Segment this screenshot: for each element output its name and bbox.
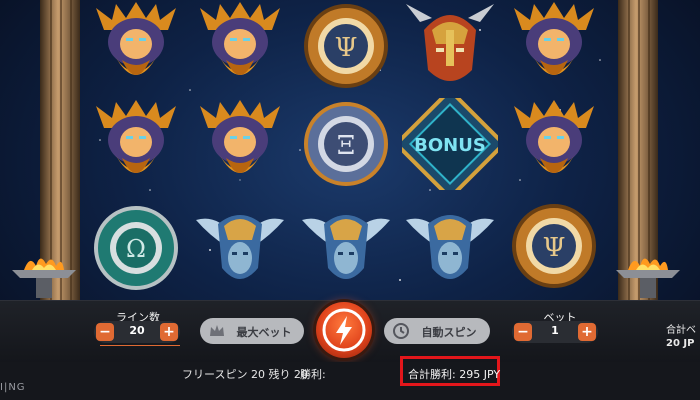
zeus-symbol-icon: [514, 2, 594, 75]
psi-shield-symbol-icon: Ψ: [304, 4, 388, 88]
autospin-button[interactable]: 自動スピン: [384, 318, 490, 344]
fire-brazier-right-icon: [616, 258, 680, 298]
lines-underline: [100, 345, 180, 346]
omega-shield-symbol-icon: Ω: [94, 206, 178, 290]
lightning-bolt-icon: [322, 308, 366, 352]
lines-stepper: − 20 +: [94, 321, 180, 343]
zeus-symbol-icon: [96, 100, 176, 173]
total-bet-value: 20 JP: [666, 338, 695, 349]
svg-text:Ψ: Ψ: [335, 33, 358, 63]
svg-text:Ψ: Ψ: [543, 233, 566, 263]
winged-helmet-symbol-icon: [302, 215, 390, 279]
bet-decrease-button[interactable]: −: [514, 323, 532, 341]
zeus-symbol-icon: [200, 2, 280, 75]
bet-value: 1: [551, 324, 559, 337]
info-strip: [0, 362, 700, 400]
spin-button[interactable]: [316, 302, 372, 358]
fire-brazier-left-icon: [12, 258, 76, 298]
max-bet-button[interactable]: 最大ベット: [200, 318, 304, 344]
brand-logo: I|NG: [0, 382, 26, 393]
autospin-label: 自動スピン: [421, 326, 477, 339]
xi-shield-symbol-icon: Ξ: [304, 102, 388, 186]
bonus-symbol-icon: BONUS: [402, 98, 498, 190]
lines-increase-button[interactable]: +: [160, 323, 178, 341]
reel-grid: Ω Ψ Ξ BONUS Ψ: [88, 0, 608, 300]
svg-text:Ω: Ω: [126, 235, 146, 263]
autospin-refresh-icon: [393, 323, 409, 339]
free-spins-status: フリースピン 20 残り 20: [182, 368, 308, 381]
total-win-display: 合計勝利: 295 JPY: [408, 368, 501, 381]
max-bet-label: 最大ベット: [236, 326, 292, 339]
zeus-symbol-icon: [514, 100, 594, 173]
bet-increase-button[interactable]: +: [578, 323, 596, 341]
bonus-text: BONUS: [414, 135, 486, 156]
lines-value: 20: [129, 324, 145, 337]
crown-icon: [210, 325, 224, 336]
winged-helmet-symbol-icon: [196, 215, 284, 279]
total-bet-label: 合計ベ: [666, 325, 696, 336]
psi-shield-symbol-icon: Ψ: [512, 204, 596, 288]
win-label: 勝利:: [300, 368, 326, 381]
total-bet-display: 合計ベ 20 JP: [666, 321, 696, 349]
zeus-symbol-icon: [96, 2, 176, 75]
zeus-symbol-icon: [200, 100, 280, 173]
svg-text:Ξ: Ξ: [337, 131, 355, 161]
winged-helmet-symbol-icon: [406, 215, 494, 279]
bet-stepper: − 1 +: [512, 321, 598, 343]
lines-decrease-button[interactable]: −: [96, 323, 114, 341]
viking-helmet-symbol-icon: [406, 4, 494, 81]
